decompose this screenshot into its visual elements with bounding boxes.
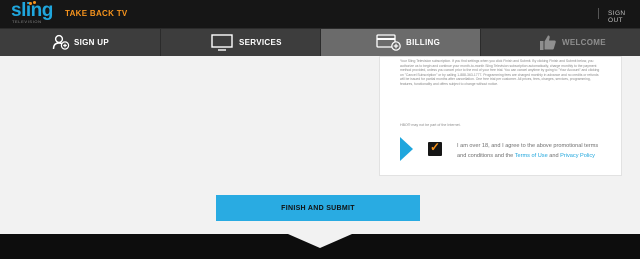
user-add-icon xyxy=(52,34,70,50)
agree-checkbox[interactable]: ✓ xyxy=(428,140,442,156)
checkmark-icon: ✓ xyxy=(430,140,441,154)
tagline: TAKE BACK TV xyxy=(65,9,128,18)
step-label: SERVICES xyxy=(239,38,282,47)
step-label: WELCOME xyxy=(562,38,606,47)
privacy-policy-link[interactable]: Privacy Policy xyxy=(560,153,595,159)
logo-dot xyxy=(33,1,36,4)
step-welcome: WELCOME xyxy=(480,29,640,56)
arrow-right-icon xyxy=(400,137,413,161)
step-label: SIGN UP xyxy=(74,38,109,47)
logo-dot xyxy=(29,2,32,5)
tv-icon xyxy=(211,34,233,51)
terms-body: Your Sling Television subscription. If y… xyxy=(400,59,600,86)
sign-out-link[interactable]: SIGN OUT xyxy=(608,10,640,24)
terms-note: HBO® may not be part of the Internet. xyxy=(400,123,461,127)
logo-tagline: TELEVISION xyxy=(12,19,42,24)
footer-bar xyxy=(0,234,640,259)
footer-notch xyxy=(288,234,352,248)
step-label: BILLING xyxy=(406,38,441,47)
agree-text-and: and xyxy=(547,153,561,159)
terms-panel: Your Sling Television subscription. If y… xyxy=(379,56,622,176)
step-billing[interactable]: BILLING xyxy=(320,29,480,56)
sling-logo[interactable]: sling TELEVISION xyxy=(11,0,53,26)
progress-steps: SIGN UP SERVICES BILLING WELCOME xyxy=(0,28,640,56)
step-services[interactable]: SERVICES xyxy=(160,29,320,56)
thumbs-up-icon xyxy=(540,35,556,50)
finish-and-submit-button[interactable]: FINISH AND SUBMIT xyxy=(216,195,420,221)
step-sign-up[interactable]: SIGN UP xyxy=(0,29,160,56)
terms-of-use-link[interactable]: Terms of Use xyxy=(515,153,548,159)
agree-statement: I am over 18, and I agree to the above p… xyxy=(457,141,607,161)
credit-card-icon xyxy=(376,34,401,51)
top-bar: sling TELEVISION TAKE BACK TV SIGN OUT xyxy=(0,0,640,28)
main-content: Your Sling Television subscription. If y… xyxy=(0,56,640,234)
header-divider xyxy=(598,8,599,19)
